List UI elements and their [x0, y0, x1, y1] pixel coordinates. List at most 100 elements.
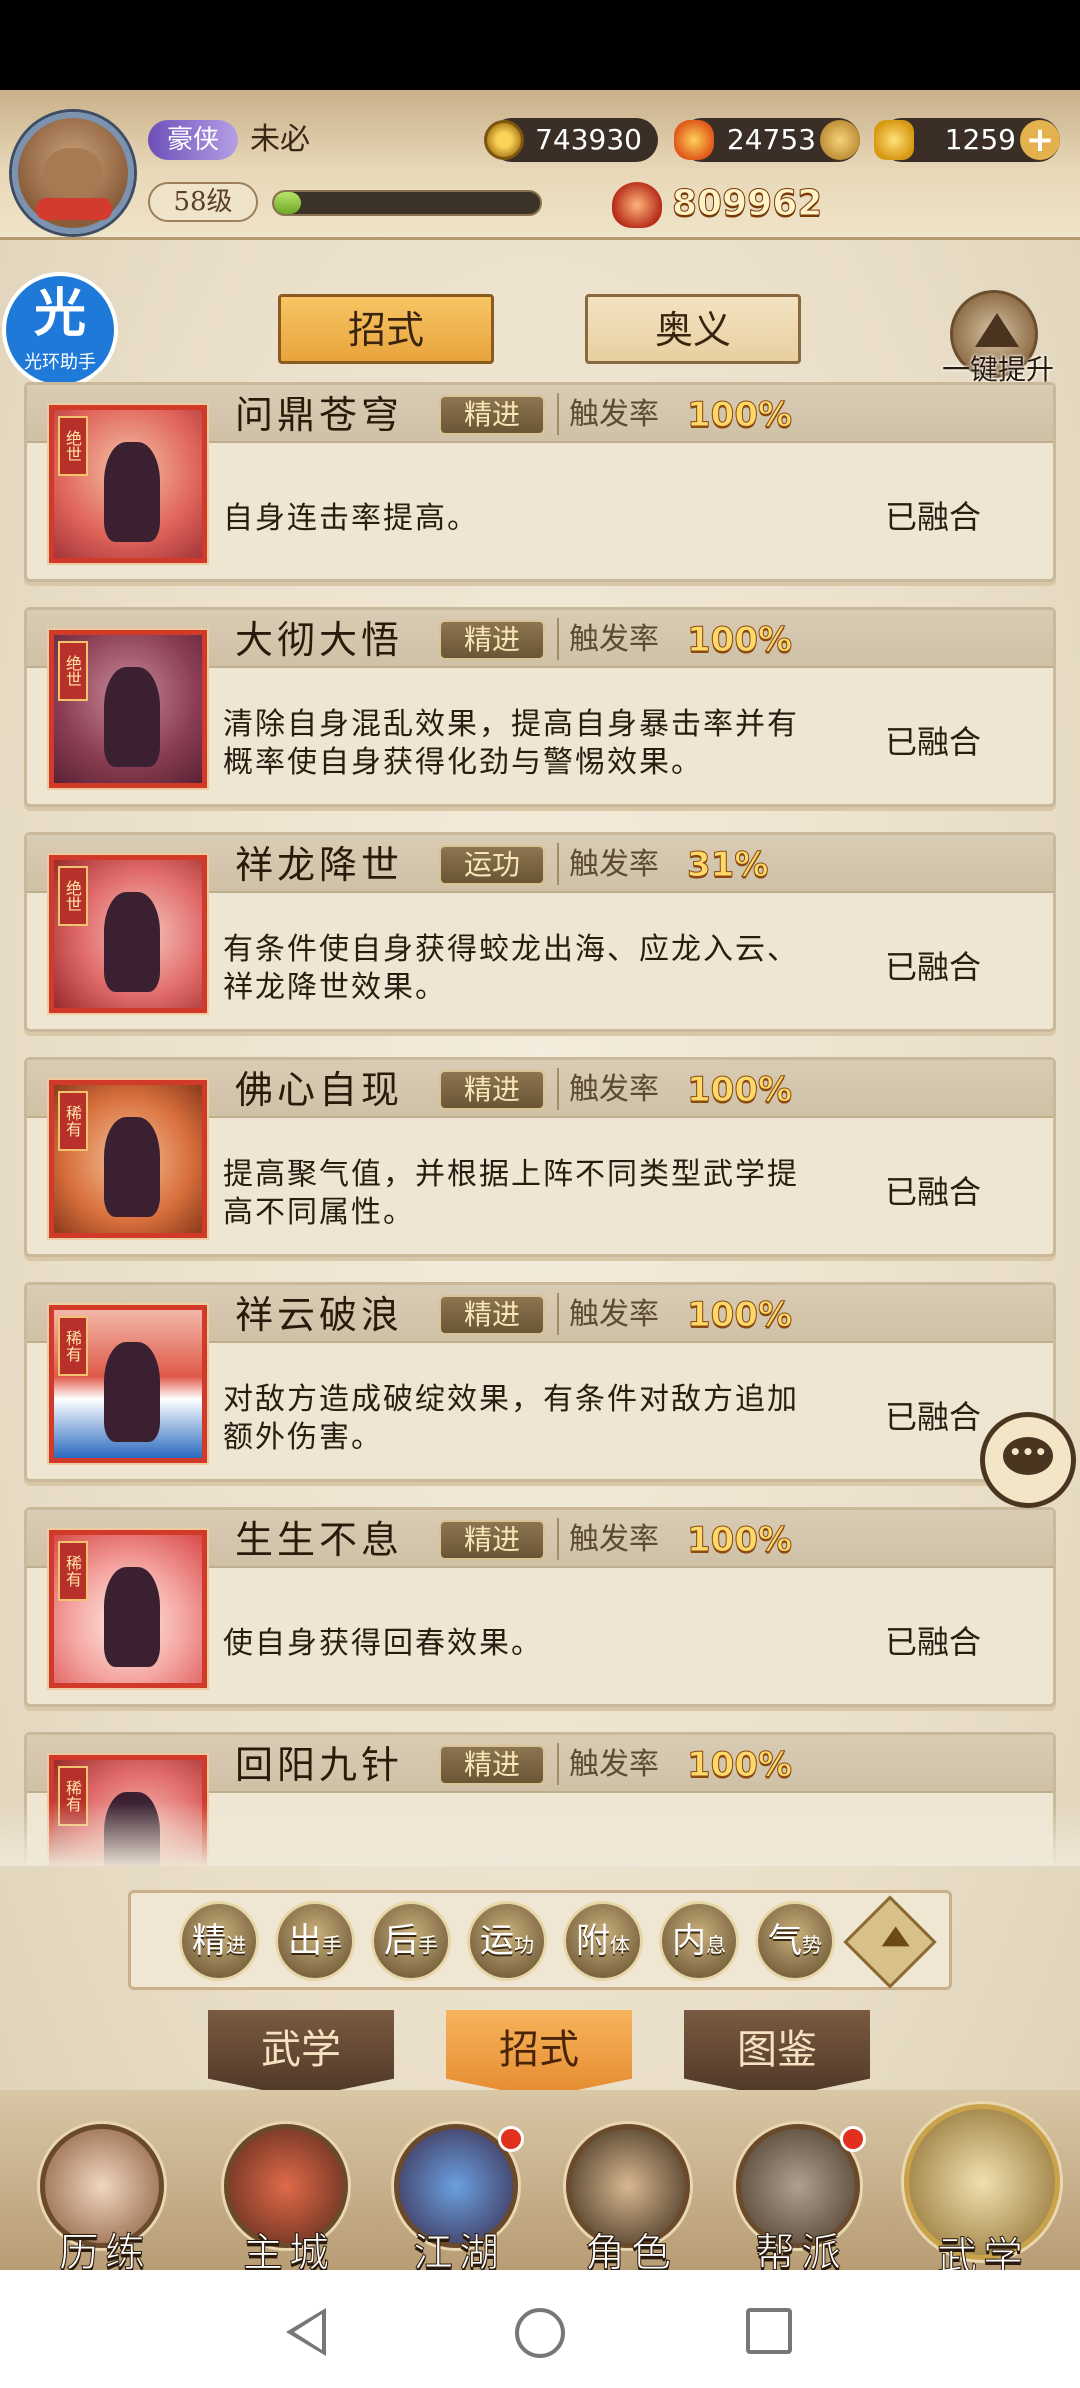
skill-grade-badge: 运功: [439, 845, 545, 885]
filter-button[interactable]: 后手: [371, 1901, 451, 1981]
skill-description-text: 清除自身混乱效果，提高自身暴击率并有概率使自身获得化劲与警惕效果。: [223, 707, 799, 780]
skill-description-text: 自身连击率提高。: [223, 501, 479, 536]
trigger-rate-value: 100%: [686, 1295, 793, 1336]
wave-icon[interactable]: 稀有: [47, 1303, 209, 1465]
skill-card[interactable]: 稀有 生生不息 精进 触发率 100% 使自身获得回春效果。 已融合: [24, 1507, 1056, 1707]
skill-name: 回阳九针: [235, 1743, 404, 1787]
trigger-rate-label: 触发率: [569, 847, 659, 882]
collapse-filter-button[interactable]: [843, 1895, 937, 1989]
avatar[interactable]: [12, 112, 134, 234]
coins-counter[interactable]: 743930: [484, 118, 658, 162]
filter-glyph-small: 手: [418, 1933, 438, 1957]
main-nav: 历练 主城 江湖 角色 帮派 武学: [0, 2090, 1080, 2281]
skill-name: 问鼎苍穹: [235, 393, 404, 437]
trigger-rate-label: 触发率: [569, 1297, 659, 1332]
skill-card[interactable]: 绝世 大彻大悟 精进 触发率 100% 清除自身混乱效果，提高自身暴击率并有概率使自身获得…: [24, 607, 1056, 807]
divider: [557, 1068, 559, 1110]
skill-description: 提高聚气值，并根据上阵不同类型武学提高不同属性。: [223, 1140, 823, 1248]
filter-glyph-small: 进: [226, 1933, 246, 1957]
skill-description: 自身连击率提高。: [223, 465, 823, 573]
currency2-counter[interactable]: 24753: [674, 118, 860, 162]
nav-martial-arts[interactable]: 武学: [898, 2104, 1068, 2281]
trigger-rate-value: 100%: [686, 620, 793, 661]
rarity-tag: 绝世: [58, 641, 88, 701]
skill-card[interactable]: 绝世 祥龙降世 运功 触发率 31% 有条件使自身获得蛟龙出海、应龙入云、祥龙降世效果。 已…: [24, 832, 1056, 1032]
skill-grade-badge: 精进: [439, 1520, 545, 1560]
currency2-value: 24753: [726, 123, 816, 156]
filter-button[interactable]: 精进: [179, 1901, 259, 1981]
tab-moves[interactable]: 招式: [278, 294, 494, 364]
skill-list[interactable]: 绝世 问鼎苍穹 精进 触发率 100% 自身连击率提高。 已融合 绝世 大彻大悟 精进 触发率 100…: [0, 382, 1080, 1866]
filter-button[interactable]: 附体: [563, 1901, 643, 1981]
subtab-codex[interactable]: 图鉴: [684, 2010, 870, 2098]
nav-main-city[interactable]: 主城: [214, 2124, 354, 2277]
divider: [557, 843, 559, 885]
filter-button[interactable]: 内息: [659, 1901, 739, 1981]
fusion-status: 已融合: [885, 723, 982, 761]
chat-button[interactable]: •••: [980, 1412, 1076, 1508]
skill-grade-badge: 精进: [439, 620, 545, 660]
gold-value: 1259: [944, 123, 1016, 156]
filter-glyph: 附: [576, 1921, 610, 1961]
recents-icon[interactable]: [746, 2308, 792, 2354]
filter-glyph-small: 功: [514, 1933, 534, 1957]
helper-badge-glyph: 光: [33, 284, 86, 344]
flame-icon[interactable]: 稀有: [47, 1528, 209, 1690]
meditating-figure-icon[interactable]: 绝世: [47, 628, 209, 790]
chat-bubble-icon: •••: [1003, 1437, 1053, 1475]
vip-badge: 豪侠: [148, 120, 238, 160]
skill-description: 对敌方造成破绽效果，有条件对敌方追加额外伤害。: [223, 1365, 823, 1473]
subtab-moves[interactable]: 招式: [446, 2010, 632, 2098]
flame-coin-icon: [674, 120, 714, 160]
back-icon[interactable]: [286, 2308, 326, 2356]
skill-grade-badge: 精进: [439, 395, 545, 435]
filter-glyph: 内: [672, 1921, 706, 1961]
home-icon[interactable]: [515, 2308, 565, 2358]
combat-power: 809962: [612, 178, 823, 230]
skill-description-text: 提高聚气值，并根据上阵不同类型武学提高不同属性。: [223, 1157, 799, 1230]
filter-button[interactable]: 运功: [467, 1901, 547, 1981]
skill-name: 祥龙降世: [235, 843, 404, 887]
trigger-rate-value: 100%: [686, 1070, 793, 1111]
rarity-tag: 绝世: [58, 416, 88, 476]
skill-description: 清除自身混乱效果，提高自身暴击率并有概率使自身获得化劲与警惕效果。: [223, 690, 823, 798]
skill-card[interactable]: 绝世 问鼎苍穹 精进 触发率 100% 自身连击率提高。 已融合: [24, 382, 1056, 582]
filter-glyph: 气: [768, 1921, 802, 1961]
skill-card[interactable]: 稀有 佛心自现 精进 触发率 100% 提高聚气值，并根据上阵不同类型武学提高不同属性。 已…: [24, 1057, 1056, 1257]
trigger-rate-label: 触发率: [569, 622, 659, 657]
filter-glyph: 后: [384, 1921, 418, 1961]
nav-guild[interactable]: 帮派: [726, 2124, 866, 2277]
skill-card[interactable]: 稀有 祥云破浪 精进 触发率 100% 对敌方造成破绽效果，有条件对敌方追加额外伤害。 已融…: [24, 1282, 1056, 1482]
app-root: 豪侠 未必 58级 743930 24753 1259 + 809962 光 光…: [0, 0, 1080, 2388]
rarity-tag: 绝世: [58, 866, 88, 926]
fusion-status: 已融合: [885, 948, 982, 986]
tab-mysteries[interactable]: 奥义: [585, 294, 801, 364]
filter-glyph: 精: [192, 1921, 226, 1961]
warrior-silhouette-icon[interactable]: 绝世: [47, 403, 209, 565]
player-name: 未必: [250, 122, 310, 157]
system-nav-bar: [0, 2270, 1080, 2388]
rarity-tag: 稀有: [58, 1091, 88, 1151]
nav-jianghu[interactable]: 江湖: [384, 2124, 524, 2277]
gold-counter[interactable]: 1259 +: [874, 118, 1060, 162]
fusion-status: 已融合: [885, 498, 982, 536]
trigger-rate-label: 触发率: [569, 1747, 659, 1782]
trigger-rate-label: 触发率: [569, 1522, 659, 1557]
helper-badge[interactable]: 光 光环助手: [2, 272, 118, 388]
exp-bar: [272, 190, 542, 216]
trigger-rate-label: 触发率: [569, 1072, 659, 1107]
trigger-rate-label: 触发率: [569, 397, 659, 432]
nav-training[interactable]: 历练: [30, 2124, 170, 2277]
combat-power-value: 809962: [671, 183, 823, 225]
filter-button[interactable]: 出手: [275, 1901, 355, 1981]
trigger-rate-value: 100%: [686, 1745, 793, 1786]
dragon-icon[interactable]: 绝世: [47, 853, 209, 1015]
subtab-martial-arts[interactable]: 武学: [208, 2010, 394, 2098]
filter-button[interactable]: 气势: [755, 1901, 835, 1981]
skill-grade-badge: 精进: [439, 1745, 545, 1785]
filter-glyph-small: 体: [610, 1933, 630, 1957]
nav-character[interactable]: 角色: [556, 2124, 696, 2277]
skill-name: 祥云破浪: [235, 1293, 404, 1337]
prayer-hands-icon[interactable]: 稀有: [47, 1078, 209, 1240]
add-gold-icon[interactable]: +: [1020, 120, 1060, 160]
